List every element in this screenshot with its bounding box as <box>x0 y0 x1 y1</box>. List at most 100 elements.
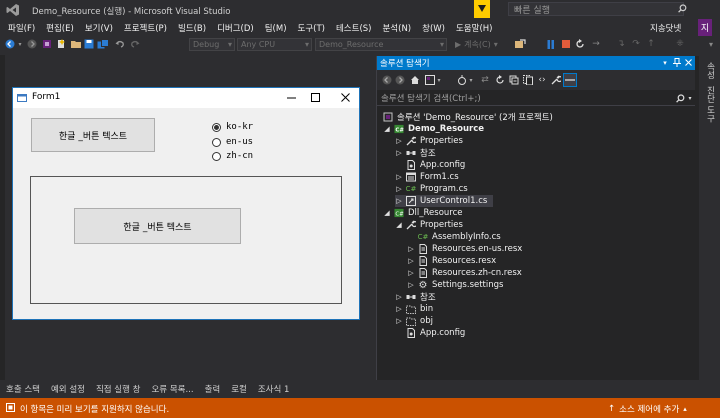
tab-output[interactable]: 출력 <box>205 383 221 395</box>
tree-item-resources-resx[interactable]: ▷ Resources.resx <box>407 255 496 267</box>
menu-test[interactable]: 테스트(S) <box>336 22 372 34</box>
tree-item-settings-settings[interactable]: ▷ ⚙ Settings.settings <box>407 279 503 291</box>
menu-help[interactable]: 도움말(H) <box>456 22 492 34</box>
step-out-icon[interactable]: ↑ <box>646 39 656 49</box>
properties-wrench-icon[interactable] <box>551 75 561 85</box>
menu-file[interactable]: 파일(F) <box>8 22 35 34</box>
tree-item-bin[interactable]: ▷ bin <box>395 303 433 315</box>
tree-item-assemblyinfo-cs[interactable]: C# AssemblyInfo.cs <box>418 231 501 243</box>
startup-project-select[interactable]: Demo_Resource ▾ <box>315 38 447 51</box>
search-icon[interactable] <box>677 3 687 13</box>
tree-item-dll-references[interactable]: ▷ 참조 <box>395 291 435 303</box>
view-code-icon[interactable]: ‹› <box>537 75 547 85</box>
korean-button-2[interactable]: 한글 _버튼 텍스트 <box>74 208 241 244</box>
continue-button[interactable]: ▶ 계속(C) ▾ <box>455 39 498 50</box>
toolbar-overflow-icon[interactable]: ▾ <box>706 39 716 49</box>
tab-diagnostic-tools[interactable]: 진단 도구 <box>704 86 716 123</box>
tree-item-solution[interactable]: 솔루션 'Demo_Resource' (2개 프로젝트) <box>383 111 553 123</box>
menu-analyze[interactable]: 분석(N) <box>382 22 411 34</box>
tree-item-form1-cs[interactable]: ▷ Form1.cs <box>395 171 458 183</box>
platform-select[interactable]: Any CPU ▾ <box>237 38 312 51</box>
sync-icon[interactable]: ⇄ <box>480 75 490 85</box>
expanded-arrow-icon[interactable]: ◢ <box>383 209 391 217</box>
radio-zh-cn[interactable]: zh-cn <box>212 151 253 161</box>
se-forward-icon[interactable] <box>395 75 405 85</box>
menu-view[interactable]: 보기(V) <box>85 22 113 34</box>
tree-item-obj[interactable]: ▷ obj <box>395 315 433 327</box>
collapsed-arrow-icon[interactable]: ▷ <box>395 173 403 181</box>
radio-ko-kr[interactable]: ko-kr <box>212 122 253 132</box>
tab-locals[interactable]: 로컬 <box>231 383 247 395</box>
menu-tools[interactable]: 도구(T) <box>298 22 325 34</box>
notification-flag-icon[interactable] <box>474 0 490 18</box>
radio-en-us[interactable]: en-us <box>212 137 253 147</box>
redo-icon[interactable] <box>130 39 140 49</box>
new-item-icon[interactable] <box>56 39 66 49</box>
menu-edit[interactable]: 편집(E) <box>46 22 74 34</box>
tab-immediate-window[interactable]: 직접 실행 창 <box>96 383 141 395</box>
tree-item-references[interactable]: ▷ 참조 <box>395 147 435 159</box>
menu-build[interactable]: 빌드(B) <box>178 22 206 34</box>
forward-icon[interactable] <box>27 39 37 49</box>
quick-launch-input[interactable]: 빠른 실행 <box>508 2 684 16</box>
pause-icon[interactable] <box>546 39 555 49</box>
tree-item-usercontrol1-cs[interactable]: ▷ UserControl1.cs <box>395 195 494 207</box>
menu-debug[interactable]: 디버그(D) <box>217 22 254 34</box>
back-icon[interactable] <box>5 39 15 49</box>
refresh-icon[interactable] <box>495 75 505 85</box>
tab-exception-settings[interactable]: 예외 설정 <box>51 383 85 395</box>
tree-item-app-config[interactable]: App.config <box>406 159 465 171</box>
collapsed-arrow-icon[interactable]: ▷ <box>407 281 415 289</box>
collapsed-arrow-icon[interactable]: ▷ <box>395 149 403 157</box>
solution-explorer-toolbar-icon[interactable] <box>42 39 52 49</box>
stop-icon[interactable] <box>561 39 570 49</box>
expanded-arrow-icon[interactable]: ◢ <box>395 221 403 229</box>
maximize-icon[interactable] <box>307 90 323 104</box>
tree-item-dll-properties[interactable]: ◢ Properties <box>395 219 463 231</box>
tab-properties[interactable]: 속성 <box>704 62 716 79</box>
solution-explorer-search-input[interactable]: 솔루션 탐색기 검색(Ctrl+;) ▾ <box>377 91 695 106</box>
restart-icon[interactable] <box>575 39 585 49</box>
show-next-statement-icon[interactable]: → <box>591 39 601 49</box>
search-icon[interactable] <box>675 93 685 103</box>
back-dropdown-icon[interactable]: ▾ <box>17 40 23 48</box>
collapsed-arrow-icon[interactable]: ▷ <box>395 305 403 313</box>
tree-item-properties[interactable]: ▷ Properties <box>395 135 463 147</box>
show-all-files-icon[interactable] <box>523 75 533 85</box>
collapsed-arrow-icon[interactable]: ▷ <box>395 185 403 193</box>
undo-icon[interactable] <box>115 39 125 49</box>
chevron-down-icon[interactable]: ▾ <box>436 76 442 84</box>
user-name[interactable]: 지송닷넷 <box>650 22 681 34</box>
tree-item-demo-resource-project[interactable]: ◢ C# Demo_Resource <box>383 123 484 135</box>
home-icon[interactable] <box>410 75 420 85</box>
tab-call-stack[interactable]: 호출 스택 <box>6 383 40 395</box>
collapsed-arrow-icon[interactable]: ▷ <box>395 197 403 205</box>
tree-item-dll-resource-project[interactable]: ◢ C# Dll_Resource <box>383 207 462 219</box>
tree-item-dll-app-config[interactable]: App.config <box>406 327 465 339</box>
collapsed-arrow-icon[interactable]: ▷ <box>395 137 403 145</box>
collapsed-arrow-icon[interactable]: ▷ <box>395 293 403 301</box>
solution-config-select[interactable]: Debug ▾ <box>189 38 235 51</box>
attach-process-icon[interactable] <box>514 39 526 49</box>
step-over-icon[interactable]: ↷ <box>631 39 641 49</box>
expanded-arrow-icon[interactable]: ◢ <box>383 125 391 133</box>
save-icon[interactable] <box>84 39 94 49</box>
se-back-icon[interactable] <box>382 75 392 85</box>
hex-display-icon[interactable]: ⁜ <box>675 39 685 49</box>
close-icon[interactable] <box>337 90 353 104</box>
close-icon[interactable] <box>683 57 693 68</box>
menu-team[interactable]: 팀(M) <box>265 22 287 34</box>
chevron-down-icon[interactable]: ▾ <box>468 76 474 84</box>
preview-selected-items-icon[interactable] <box>563 73 577 87</box>
korean-button-1[interactable]: 한글 _버튼 텍스트 <box>31 118 155 152</box>
pending-changes-filter-icon[interactable] <box>457 75 467 85</box>
tree-item-resources-en-us-resx[interactable]: ▷ Resources.en-us.resx <box>407 243 522 255</box>
pin-icon[interactable] <box>672 57 682 68</box>
menu-window[interactable]: 창(W) <box>422 22 445 34</box>
tab-error-list[interactable]: 오류 목록... <box>151 383 193 395</box>
open-folder-icon[interactable] <box>71 39 81 49</box>
search-options-chevron-icon[interactable]: ▾ <box>686 94 694 103</box>
collapse-all-icon[interactable] <box>509 75 519 85</box>
tree-item-program-cs[interactable]: ▷ C# Program.cs <box>395 183 467 195</box>
menu-project[interactable]: 프로젝트(P) <box>124 22 167 34</box>
